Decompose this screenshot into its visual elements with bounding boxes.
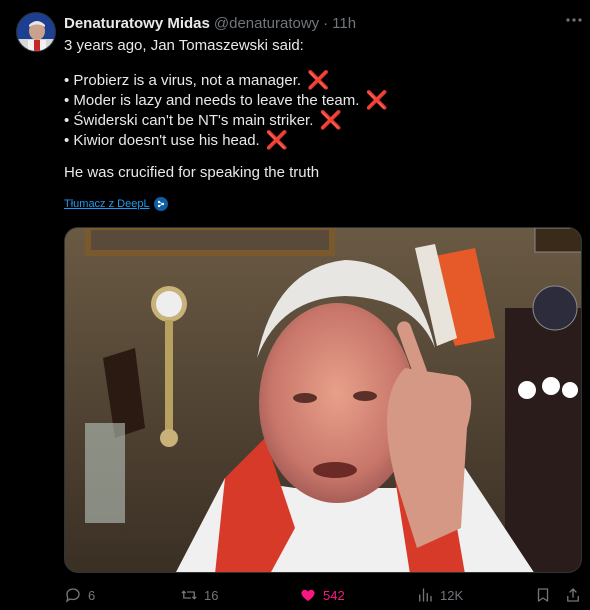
more-options-icon[interactable] (564, 10, 584, 30)
views-icon (419, 588, 432, 602)
bullet-item: • Świderski can't be NT's main striker. … (64, 110, 574, 130)
bullet-text: • Probierz is a virus, not a manager. (64, 72, 302, 89)
repost-icon (181, 590, 197, 600)
share-icon (567, 588, 579, 602)
deepl-icon (153, 197, 168, 211)
reply-button[interactable]: 6 (64, 586, 95, 604)
bullet-text: • Świderski can't be NT's main striker. (64, 112, 314, 129)
bullet-text: • Kiwior doesn't use his head. (64, 132, 260, 149)
tweet-header: Denaturatowy Midas @denaturatowy · 11h (64, 13, 574, 33)
views-button[interactable]: 12K (416, 586, 463, 604)
like-button[interactable]: 542 (299, 586, 345, 604)
translate-label[interactable]: Tłumacz z DeepL (64, 198, 150, 210)
cross-mark-icon: ❌ (265, 130, 289, 150)
tweet-conclusion: He was crucified for speaking the truth (64, 164, 320, 181)
avatar[interactable] (16, 12, 56, 52)
bookmark-icon (537, 588, 549, 602)
like-count: 542 (323, 587, 345, 603)
cross-mark-icon: ❌ (365, 90, 389, 110)
cross-mark-icon: ❌ (307, 70, 330, 90)
views-count: 12K (440, 587, 464, 603)
bullet-item: • Probierz is a virus, not a manager. ❌ (64, 70, 574, 90)
timestamp[interactable]: 11h (332, 15, 356, 32)
author-name[interactable]: Denaturatowy Midas (64, 15, 210, 32)
reply-icon (65, 588, 80, 603)
bookmark-button[interactable] (534, 586, 552, 604)
separator-dot: · (323, 14, 329, 32)
bullet-item: • Kiwior doesn't use his head. ❌ (64, 130, 574, 150)
bullet-text: • Moder is lazy and needs to leave the t… (64, 92, 360, 109)
repost-button[interactable]: 16 (180, 586, 218, 604)
reply-count: 6 (88, 587, 96, 603)
share-button[interactable] (564, 586, 582, 604)
tweet-text: 3 years ago, Jan Tomaszewski said: • Pro… (64, 36, 574, 183)
repost-count: 16 (204, 587, 219, 603)
heart-icon (301, 589, 315, 601)
tweet-media-image[interactable] (64, 227, 582, 573)
tweet[interactable]: Denaturatowy Midas @denaturatowy · 11h 3… (0, 0, 590, 610)
tweet-intro: 3 years ago, Jan Tomaszewski said: (64, 37, 304, 54)
translate-link[interactable]: Tłumacz z DeepL (64, 197, 168, 211)
bullet-item: • Moder is lazy and needs to leave the t… (64, 90, 574, 110)
action-bar: 6 16 542 12K (64, 584, 582, 606)
author-handle[interactable]: @denaturatowy (214, 15, 319, 32)
cross-mark-icon: ❌ (319, 110, 342, 130)
